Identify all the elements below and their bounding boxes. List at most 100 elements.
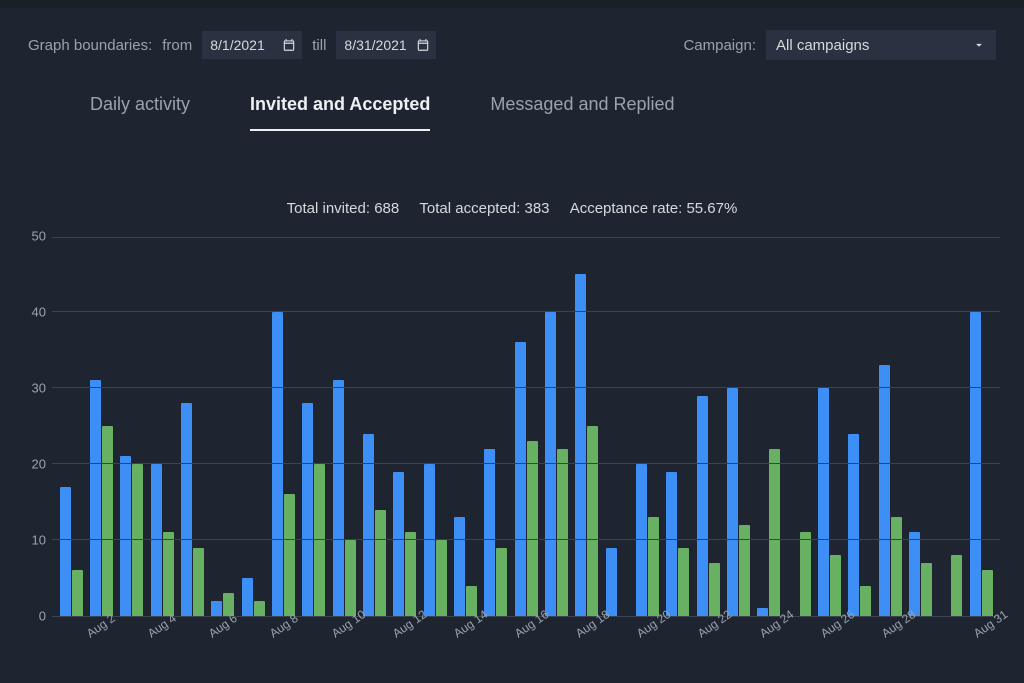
tab-invited-accepted[interactable]: Invited and Accepted [250,94,430,131]
bar-invited [545,312,556,616]
chart-day-group [905,238,935,616]
gridline [52,463,1000,464]
chart-day-group [359,238,389,616]
till-label: till [312,37,326,54]
chart-day-group [845,238,875,616]
chart-day-group [238,238,268,616]
tab-messaged-replied[interactable]: Messaged and Replied [490,94,674,131]
campaign-value: All campaigns [776,37,869,54]
bar-invited [181,403,192,616]
chart-day-group [784,238,814,616]
chart-summary: Total invited: 688 Total accepted: 383 A… [24,200,1000,217]
chart-day-group [208,238,238,616]
bar-invited [484,449,495,616]
bar-invited [970,312,981,616]
bar-invited [272,312,283,616]
gridline [52,539,1000,540]
campaign-select[interactable]: All campaigns [766,30,996,60]
bar-accepted [375,510,386,616]
chart-day-group [936,238,966,616]
bar-invited [848,434,859,616]
chart-day-group [56,238,86,616]
bar-invited [393,472,404,616]
chart-day-group [602,238,632,616]
tab-bar: Daily activity Invited and Accepted Mess… [0,70,1024,131]
y-tick: 30 [22,381,46,396]
bar-invited [363,434,374,616]
y-tick: 50 [22,229,46,244]
y-tick: 20 [22,457,46,472]
from-label: from [162,37,192,54]
tab-daily-activity[interactable]: Daily activity [90,94,190,131]
bar-invited [697,396,708,616]
chart-day-group [299,238,329,616]
from-date-input[interactable]: 8/1/2021 [202,31,302,59]
chart-day-group [390,238,420,616]
chart-day-group [723,238,753,616]
chart-day-group [632,238,662,616]
gridline [52,387,1000,388]
chart-day-group [814,238,844,616]
bar-invited [151,464,162,616]
filters-row: Graph boundaries: from 8/1/2021 till 8/3… [0,8,1024,70]
chart-container: Total invited: 688 Total accepted: 383 A… [24,200,1000,663]
bar-invited [424,464,435,616]
bar-invited [90,380,101,616]
bar-accepted [405,532,416,616]
bar-accepted [284,494,295,616]
y-tick: 10 [22,533,46,548]
bar-invited [879,365,890,616]
bar-accepted [102,426,113,616]
bar-accepted [132,464,143,616]
bar-accepted [951,555,962,616]
bar-accepted [193,548,204,616]
bar-invited [120,456,131,616]
y-tick: 40 [22,305,46,320]
bar-accepted [163,532,174,616]
total-invited-label: Total invited: [287,200,370,217]
bar-accepted [527,441,538,616]
bar-accepted [982,570,993,616]
calendar-icon [416,38,430,52]
chart-day-group [117,238,147,616]
bar-accepted [587,426,598,616]
total-accepted-value: 383 [525,200,550,217]
bar-invited [666,472,677,616]
chart-day-group [966,238,996,616]
y-tick: 0 [22,609,46,624]
bar-accepted [496,548,507,616]
bar-invited [302,403,313,616]
bar-chart: 01020304050 [52,237,1000,617]
calendar-icon [282,38,296,52]
graph-boundaries-label: Graph boundaries: [28,37,152,54]
chart-day-group [329,238,359,616]
bar-invited [242,578,253,616]
bar-invited [333,380,344,616]
gridline [52,311,1000,312]
bar-accepted [709,563,720,616]
bar-accepted [648,517,659,616]
chart-day-group [663,238,693,616]
chevron-down-icon [972,38,986,52]
chart-day-group [481,238,511,616]
chart-day-group [268,238,298,616]
bar-invited [60,487,71,616]
bar-accepted [678,548,689,616]
from-date-value: 8/1/2021 [210,37,265,53]
bar-accepted [314,464,325,616]
x-axis-labels: Aug 2Aug 4Aug 6Aug 8Aug 10Aug 12Aug 14Au… [52,623,1000,663]
campaign-label: Campaign: [683,37,756,54]
till-date-input[interactable]: 8/31/2021 [336,31,436,59]
chart-day-group [420,238,450,616]
chart-day-group [511,238,541,616]
bar-accepted [345,540,356,616]
acceptance-rate-label: Acceptance rate: [570,200,683,217]
bar-invited [606,548,617,616]
chart-day-group [147,238,177,616]
chart-day-group [572,238,602,616]
bar-accepted [800,532,811,616]
bar-accepted [891,517,902,616]
chart-day-group [177,238,207,616]
bar-accepted [769,449,780,616]
bar-accepted [436,540,447,616]
